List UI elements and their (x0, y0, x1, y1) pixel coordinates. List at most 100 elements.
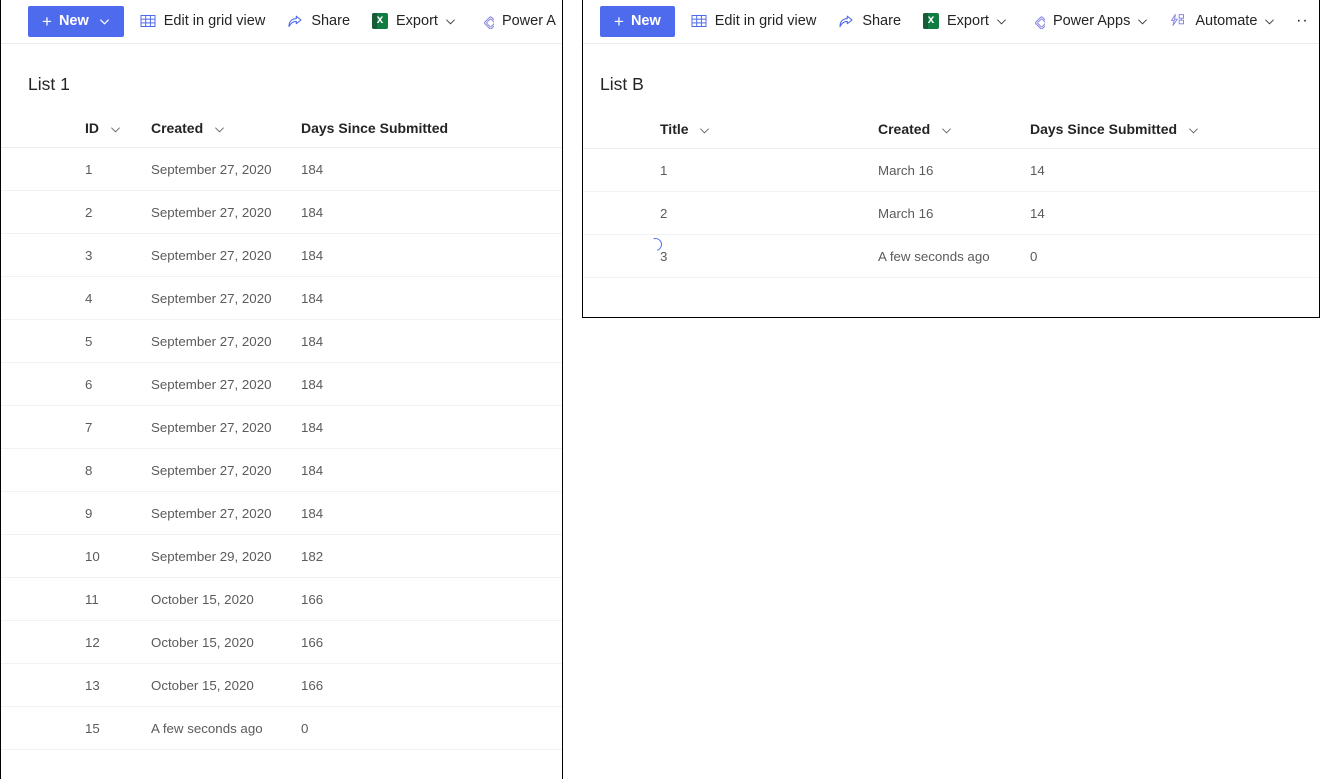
table-row[interactable]: 10 September 29, 2020182 (1, 535, 563, 578)
table-row[interactable]: 3September 27, 2020184 (1, 234, 563, 277)
column-header-id[interactable]: ID (1, 120, 151, 148)
new-button[interactable]: + New (28, 6, 124, 37)
cell-id: 1 (1, 148, 151, 191)
cell-created: September 27, 2020 (151, 363, 301, 406)
cell-id-value: 4 (85, 291, 92, 306)
table-row[interactable]: 9September 27, 2020184 (1, 492, 563, 535)
cell-created: March 16 (878, 149, 1030, 192)
table-row[interactable]: 1March 1614 (583, 149, 1320, 192)
table-row[interactable]: 6September 27, 2020184 (1, 363, 563, 406)
table-header-row: ID Created Days Since Submitted (1, 120, 563, 148)
cell-id-value: 1 (660, 163, 667, 178)
new-button[interactable]: + New (600, 6, 675, 37)
cell-created: A few seconds ago (878, 235, 1030, 278)
cell-id: 11 (1, 578, 151, 621)
cell-days-since-submitted: 166 (301, 664, 563, 707)
list-panel-right: + New Edit in grid view (582, 0, 1320, 318)
power-apps-icon (478, 13, 494, 29)
cell-days-since-submitted: 184 (301, 406, 563, 449)
cell-created: October 15, 2020 (151, 664, 301, 707)
cell-id-value: 2 (85, 205, 92, 220)
cell-id-value: 11 (85, 592, 99, 607)
edit-in-grid-view-button[interactable]: Edit in grid view (685, 6, 823, 37)
column-header-days-since-submitted[interactable]: Days Since Submitted (301, 120, 563, 148)
cell-created: A few seconds ago (151, 707, 301, 750)
cell-id-value: 9 (85, 506, 92, 521)
table-row[interactable]: 5September 27, 2020184 (1, 320, 563, 363)
column-header-created[interactable]: Created (151, 120, 301, 148)
share-button[interactable]: Share (281, 6, 356, 37)
column-header-title[interactable]: Title (583, 121, 878, 149)
cell-id-value: 15 (85, 721, 100, 736)
export-label: Export (396, 13, 438, 29)
table-row[interactable]: 12October 15, 2020166 (1, 621, 563, 664)
chevron-down-icon (941, 125, 952, 136)
cell-created: September 27, 2020 (151, 234, 301, 277)
command-bar-right: + New Edit in grid view (583, 0, 1319, 44)
share-label: Share (862, 13, 901, 29)
cell-id: 8 (1, 449, 151, 492)
plus-icon: + (614, 13, 624, 30)
cell-days-since-submitted: 0 (301, 707, 563, 750)
cell-id: 2 (1, 191, 151, 234)
cell-id: 7 (1, 406, 151, 449)
power-apps-label: Power Apps (1053, 13, 1130, 29)
automate-label: Automate (1195, 13, 1257, 29)
cell-days-since-submitted: 184 (301, 191, 563, 234)
export-button[interactable]: Export (917, 6, 1013, 37)
table-row[interactable]: 7September 27, 2020184 (1, 406, 563, 449)
list-panel-left: + New Edit in grid view (0, 0, 563, 779)
page-title: List 1 (1, 44, 562, 95)
cell-id-value: 1 (85, 162, 92, 177)
cell-created: March 16 (878, 192, 1030, 235)
cell-id: 6 (1, 363, 151, 406)
cell-created: September 27, 2020 (151, 449, 301, 492)
table-row[interactable]: 15 A few seconds ago0 (1, 707, 563, 750)
cell-id-value: 5 (85, 334, 92, 349)
share-icon (287, 13, 303, 29)
table-row[interactable]: 2March 1614 (583, 192, 1320, 235)
power-apps-button[interactable]: Power Apps (1023, 6, 1154, 37)
edit-in-grid-view-button[interactable]: Edit in grid view (134, 6, 272, 37)
cell-id: 12 (1, 621, 151, 664)
table-row[interactable]: 11October 15, 2020166 (1, 578, 563, 621)
chevron-down-icon (99, 16, 110, 27)
screenshot-root: + New Edit in grid view (0, 0, 1327, 779)
table-row[interactable]: 2September 27, 2020184 (1, 191, 563, 234)
power-apps-button[interactable]: Power A (472, 6, 562, 37)
list-table-left: ID Created Days Since Submitted (1, 120, 563, 750)
share-button[interactable]: Share (832, 6, 907, 37)
automate-icon (1170, 13, 1187, 29)
table-row[interactable]: 13October 15, 2020166 (1, 664, 563, 707)
edit-in-grid-view-label: Edit in grid view (164, 13, 266, 29)
chevron-down-icon (1264, 16, 1275, 27)
table-body-left: 1September 27, 20201842September 27, 202… (1, 148, 563, 750)
cell-days-since-submitted: 182 (301, 535, 563, 578)
column-header-days-since-submitted[interactable]: Days Since Submitted (1030, 121, 1320, 149)
cell-id: 1 (583, 149, 878, 192)
cell-days-since-submitted: 184 (301, 492, 563, 535)
column-header-created[interactable]: Created (878, 121, 1030, 149)
overflow-menu-button[interactable]: ·· (1289, 6, 1315, 37)
cell-id-value: 12 (85, 635, 100, 650)
cell-created: September 29, 2020 (151, 535, 301, 578)
cell-id-value: 10 (85, 549, 100, 564)
cell-id: 9 (1, 492, 151, 535)
automate-button[interactable]: Automate (1164, 6, 1281, 37)
export-button[interactable]: Export (366, 6, 462, 37)
table-row[interactable]: 3 A few seconds ago0 (583, 235, 1320, 278)
cell-id-value: 3 (660, 249, 667, 264)
cell-created: October 15, 2020 (151, 578, 301, 621)
share-icon (838, 13, 854, 29)
excel-icon (372, 13, 388, 29)
table-row[interactable]: 1September 27, 2020184 (1, 148, 563, 191)
cell-days-since-submitted: 184 (301, 277, 563, 320)
command-bar-left: + New Edit in grid view (1, 0, 562, 44)
table-row[interactable]: 4September 27, 2020184 (1, 277, 563, 320)
cell-days-since-submitted: 184 (301, 234, 563, 277)
table-row[interactable]: 8September 27, 2020184 (1, 449, 563, 492)
power-apps-icon (1029, 13, 1045, 29)
cell-created: September 27, 2020 (151, 148, 301, 191)
cell-days-since-submitted: 0 (1030, 235, 1320, 278)
chevron-down-icon (445, 16, 456, 27)
